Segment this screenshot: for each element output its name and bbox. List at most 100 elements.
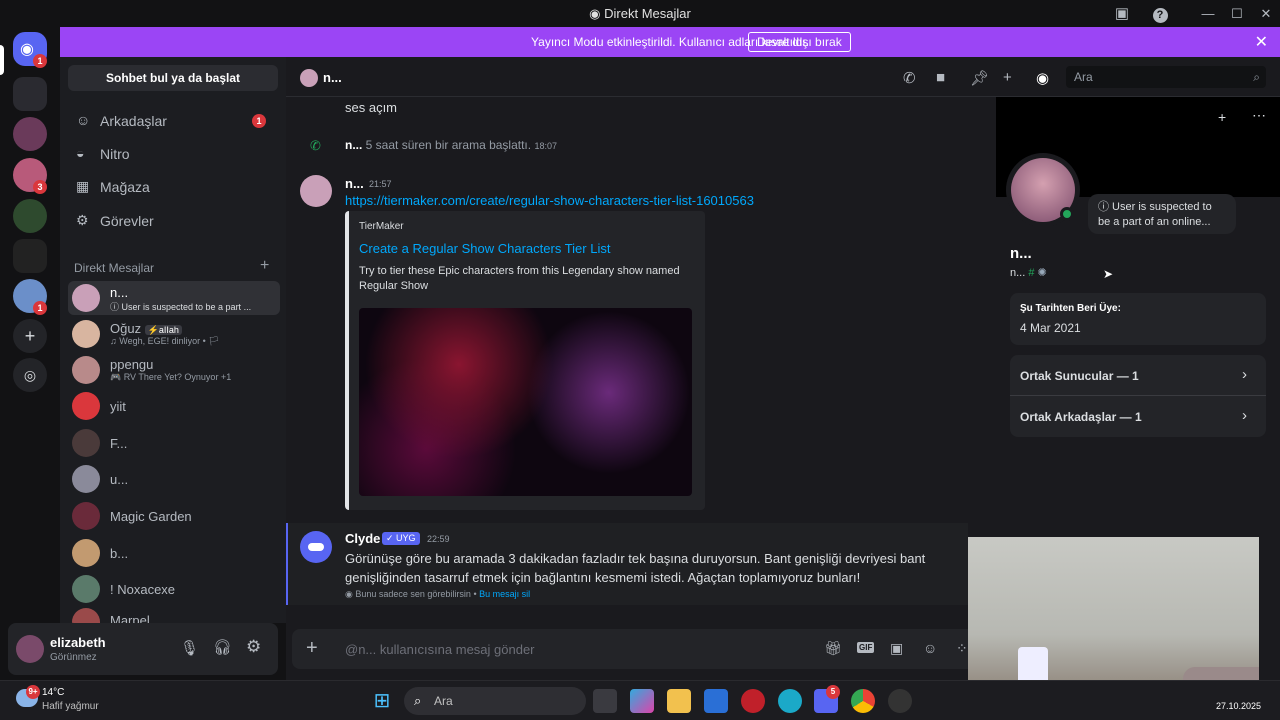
discord-taskbar-icon[interactable]: 5 bbox=[814, 685, 840, 713]
nav-shop[interactable]: ▦ Mağaza bbox=[70, 172, 280, 202]
dm-status: 🎮 RV There Yet? Oynuyor +1 bbox=[110, 372, 232, 382]
nav-label: Görevler bbox=[100, 213, 154, 229]
task-view-icon[interactable] bbox=[593, 689, 617, 713]
discover-icon[interactable]: ◎ bbox=[13, 358, 47, 392]
chrome-icon[interactable] bbox=[851, 689, 875, 713]
gift-icon[interactable]: 🎁︎ bbox=[824, 640, 842, 657]
sticker-icon[interactable]: ▣ bbox=[890, 640, 903, 657]
clyde-avatar[interactable] bbox=[300, 531, 332, 563]
ephemeral-note: ◉ Bunu sadece sen görebilirsin • Bu mesa… bbox=[345, 589, 531, 599]
obs-icon[interactable] bbox=[888, 689, 912, 713]
mutual-servers-label: Ortak Sunucular — 1 bbox=[1020, 369, 1139, 383]
message-composer[interactable]: + @n... kullanıcısına mesaj gönder 🎁︎ GI… bbox=[292, 629, 976, 669]
server-icon[interactable]: 3 bbox=[13, 158, 47, 194]
help-icon[interactable]: ? bbox=[1150, 4, 1170, 24]
add-friend-icon[interactable]: + bbox=[1218, 109, 1226, 125]
store-icon[interactable] bbox=[704, 689, 728, 713]
nav-label: Arkadaşlar bbox=[100, 113, 167, 129]
search-input[interactable]: Ara ⌕ bbox=[1066, 66, 1266, 88]
close-window-button[interactable]: ✕ bbox=[1256, 4, 1276, 24]
taskbar-date[interactable]: 27.10.2025 bbox=[1216, 701, 1261, 711]
message-author[interactable]: n... bbox=[345, 176, 364, 191]
nav-friends[interactable]: ☺ Arkadaşlar 1 bbox=[70, 106, 280, 136]
search-placeholder: Ara bbox=[1074, 70, 1093, 84]
avatar[interactable] bbox=[300, 175, 332, 207]
dm-item[interactable]: ! Noxacexe bbox=[68, 572, 280, 606]
avatar[interactable] bbox=[16, 635, 44, 663]
embed-site[interactable]: TierMaker bbox=[359, 221, 404, 232]
mutuals-card: Ortak Sunucular — 1 › Ortak Arkadaşlar —… bbox=[1010, 355, 1266, 437]
dm-item[interactable]: Marpel bbox=[68, 605, 280, 623]
delete-message-link[interactable]: Bu mesajı sil bbox=[479, 589, 530, 599]
gif-icon[interactable]: GIF bbox=[857, 642, 875, 653]
embed-description: Try to tier these Epic characters from t… bbox=[359, 265, 680, 292]
message-author[interactable]: Clyde bbox=[345, 531, 380, 546]
server-icon[interactable] bbox=[13, 77, 47, 111]
avatar bbox=[72, 608, 100, 623]
link-embed: TierMaker Create a Regular Show Characte… bbox=[345, 211, 705, 510]
nav-quests[interactable]: ⚙ Görevler bbox=[70, 206, 280, 236]
clyde-face-icon bbox=[308, 543, 324, 551]
more-options-icon[interactable]: ⋯ bbox=[1252, 107, 1266, 124]
dm-item[interactable]: Magic Garden bbox=[68, 499, 280, 533]
find-conversation-button[interactable]: Sohbet bul ya da başlat bbox=[68, 65, 278, 91]
emoji-icon[interactable]: ☺ bbox=[923, 640, 937, 656]
message-input[interactable]: @n... kullanıcısına mesaj gönder bbox=[345, 642, 535, 657]
apps-icon[interactable]: ⁘ bbox=[956, 640, 968, 657]
mutual-servers-row[interactable]: Ortak Sunucular — 1 › bbox=[1010, 355, 1266, 396]
dm-item[interactable]: Oğuz ⚡aIIah ♫ Wegh, EGE! dinliyor • 🏳 bbox=[68, 317, 280, 351]
new-dm-icon[interactable]: + bbox=[260, 257, 269, 275]
weather-desc: Hafif yağmur bbox=[42, 701, 99, 712]
dm-item[interactable]: n... ⓘ User is suspected to be a part ..… bbox=[68, 281, 280, 315]
attach-icon[interactable]: + bbox=[306, 637, 318, 660]
embed-image[interactable] bbox=[359, 308, 692, 496]
app-icon[interactable] bbox=[741, 689, 765, 713]
file-explorer-icon[interactable] bbox=[667, 689, 691, 713]
profile-username-row: n... # ✺ bbox=[1010, 266, 1047, 279]
nav-nitro[interactable]: ◒ Nitro bbox=[70, 139, 280, 169]
app-tag: ✓ UYG bbox=[382, 532, 420, 545]
message-link[interactable]: https://tiermaker.com/create/regular-sho… bbox=[345, 193, 754, 208]
discord-logo-icon: ◉ bbox=[589, 6, 605, 21]
embed-title[interactable]: Create a Regular Show Characters Tier Li… bbox=[359, 241, 610, 256]
member-since-date: 4 Mar 2021 bbox=[1020, 321, 1081, 335]
nitro-badge-icon: ✺ bbox=[1037, 267, 1047, 279]
dm-name: Marpel bbox=[110, 613, 150, 623]
server-icon[interactable]: 1 bbox=[13, 279, 47, 315]
headphones-icon[interactable]: 🎧︎ bbox=[213, 638, 232, 656]
dm-name: Oğuz bbox=[110, 321, 142, 336]
dm-item[interactable]: u... bbox=[68, 462, 280, 496]
user-profile-icon[interactable]: ◉ bbox=[1036, 69, 1049, 87]
mutual-friends-row[interactable]: Ortak Arkadaşlar — 1 › bbox=[1010, 396, 1266, 437]
server-icon[interactable] bbox=[13, 199, 47, 233]
clyde-message: Clyde ✓ UYG 22:59 Görünüşe göre bu arama… bbox=[286, 523, 968, 605]
chat-header: n... ✆ ■ 📌︎ + ◉ Ara ⌕ bbox=[286, 57, 1280, 97]
voice-call-icon[interactable]: ✆ bbox=[903, 69, 916, 87]
server-icon[interactable] bbox=[13, 117, 47, 151]
close-banner-icon[interactable]: ✕ bbox=[1255, 32, 1268, 52]
minimize-button[interactable]: — bbox=[1198, 4, 1218, 24]
dm-item[interactable]: F... bbox=[68, 426, 280, 460]
dm-name: yiit bbox=[110, 399, 126, 414]
server-icon[interactable] bbox=[13, 239, 47, 273]
disable-streamer-mode-button[interactable]: Devre dışı bırak bbox=[748, 32, 851, 52]
add-friend-icon[interactable]: + bbox=[1003, 69, 1012, 86]
inbox-icon[interactable]: ▣ bbox=[1112, 4, 1132, 24]
call-user[interactable]: n... bbox=[345, 138, 362, 152]
copilot-icon[interactable] bbox=[630, 689, 654, 713]
windows-start-icon[interactable]: ⊞ bbox=[370, 689, 394, 713]
edge-icon[interactable] bbox=[778, 689, 802, 713]
add-server-icon[interactable]: + bbox=[13, 319, 47, 353]
taskbar-search[interactable]: ⌕ Ara bbox=[404, 687, 586, 715]
home-button[interactable]: ◉ 1 bbox=[13, 32, 47, 68]
chat-title: n... bbox=[323, 70, 342, 85]
video-call-icon[interactable]: ■ bbox=[936, 69, 945, 86]
avatar bbox=[72, 284, 100, 312]
dm-item[interactable]: yiit bbox=[68, 389, 280, 423]
mic-icon[interactable]: 🎙︎ bbox=[180, 639, 199, 657]
dm-item[interactable]: b... bbox=[68, 536, 280, 570]
pin-icon[interactable]: 📌︎ bbox=[970, 69, 989, 87]
maximize-button[interactable]: ☐ bbox=[1227, 4, 1247, 24]
settings-gear-icon[interactable]: ⚙ bbox=[246, 637, 261, 657]
dm-item[interactable]: ppengu 🎮 RV There Yet? Oynuyor +1 bbox=[68, 353, 280, 387]
